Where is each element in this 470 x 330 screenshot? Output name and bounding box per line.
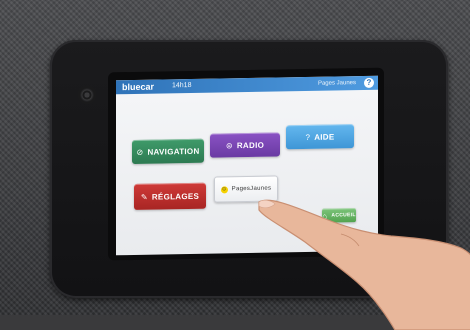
pagesjaunes-logo-icon: ☺ bbox=[220, 185, 228, 193]
clock: 14h18 bbox=[172, 81, 192, 90]
wrench-icon: ✎ bbox=[140, 192, 148, 202]
pointing-hand bbox=[258, 199, 470, 330]
aide-label: AIDE bbox=[314, 131, 335, 142]
reglages-button[interactable]: ✎ RÉGLAGES bbox=[134, 182, 206, 210]
navigation-button[interactable]: ⊘ NAVIGATION bbox=[132, 138, 204, 165]
radio-button[interactable]: ⊜ RADIO bbox=[210, 132, 280, 158]
reglages-label: RÉGLAGES bbox=[151, 191, 200, 202]
service-name: Pages Jaunes bbox=[317, 80, 356, 87]
radio-waves-icon: ⊜ bbox=[225, 140, 233, 150]
hand-shape bbox=[258, 199, 470, 330]
help-icon[interactable]: ? bbox=[364, 77, 374, 88]
navigation-label: NAVIGATION bbox=[147, 146, 200, 157]
brand-logo: bluecar bbox=[122, 81, 155, 93]
aide-button[interactable]: ? AIDE bbox=[286, 124, 354, 150]
speaker-grille-icon bbox=[78, 86, 96, 104]
help-circle-icon: ? bbox=[305, 132, 311, 142]
compass-icon: ⊘ bbox=[136, 147, 144, 157]
radio-label: RADIO bbox=[236, 140, 265, 150]
